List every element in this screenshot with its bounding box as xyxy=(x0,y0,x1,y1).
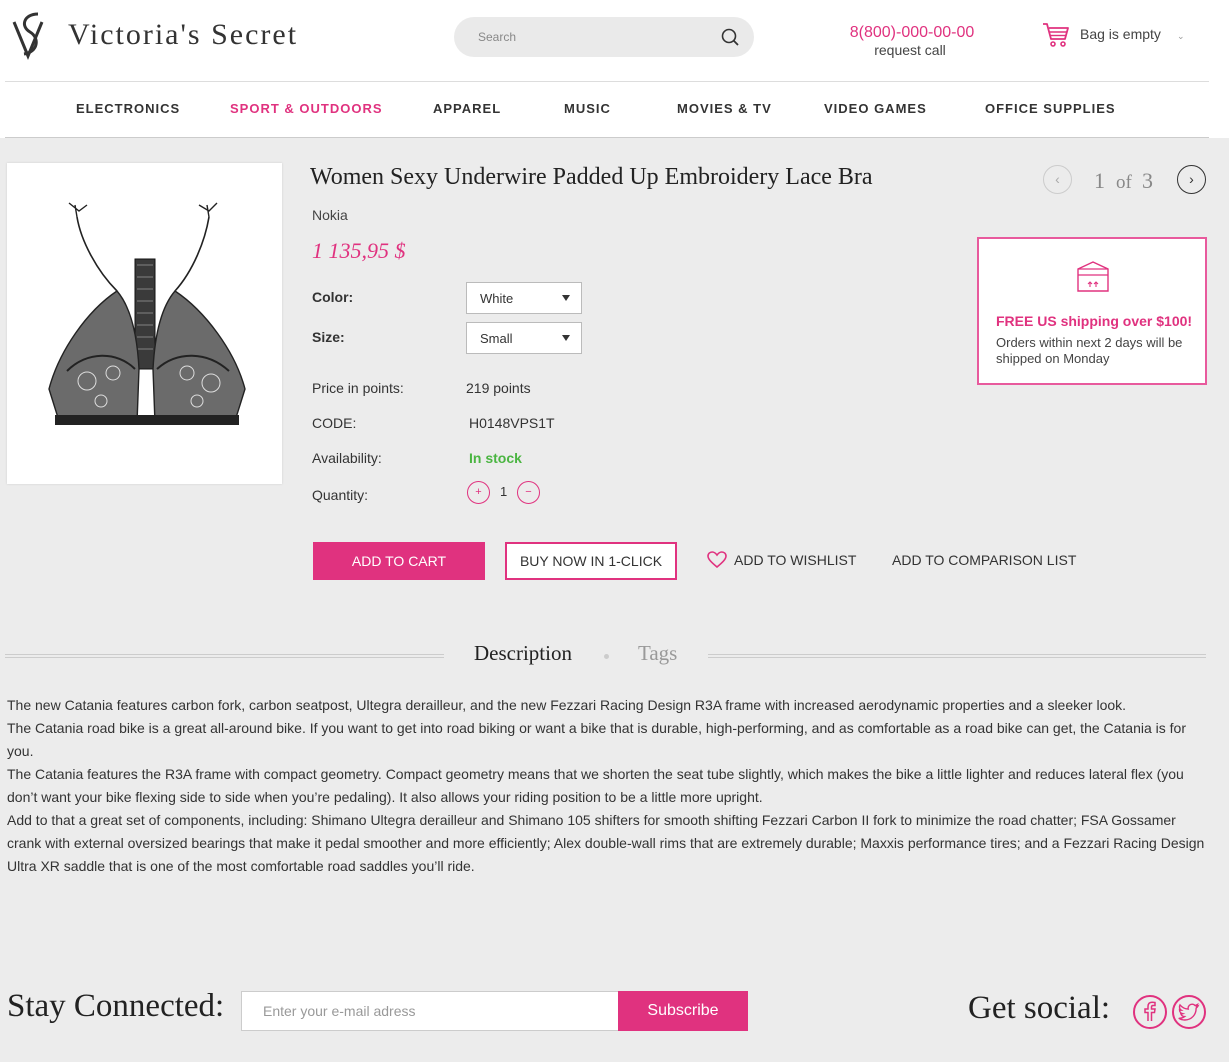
search-icon[interactable] xyxy=(720,27,740,47)
color-select[interactable]: White xyxy=(466,282,582,314)
bra-image xyxy=(48,202,246,425)
facebook-icon[interactable] xyxy=(1133,995,1167,1029)
stay-connected-heading: Stay Connected: xyxy=(7,988,225,1024)
product-description: The new Catania features carbon fork, ca… xyxy=(7,694,1207,878)
pager-of: of xyxy=(1116,172,1132,193)
points-value: 219 points xyxy=(466,380,531,396)
description-paragraph: The new Catania features carbon fork, ca… xyxy=(7,697,1127,713)
shipping-subtitle: Orders within next 2 days will be shippe… xyxy=(996,335,1183,366)
request-call-link[interactable]: request call xyxy=(840,42,980,58)
tab-separator-dot xyxy=(604,654,609,659)
pager-total: 3 xyxy=(1142,168,1153,193)
tab-divider-left xyxy=(5,654,444,658)
availability-value: In stock xyxy=(469,450,522,466)
quantity-label: Quantity: xyxy=(312,487,369,503)
size-label: Size: xyxy=(312,329,345,345)
get-social-heading: Get social: xyxy=(968,990,1111,1026)
next-product-button[interactable]: › xyxy=(1177,165,1206,194)
add-to-wishlist-link[interactable]: ADD TO WISHLIST xyxy=(734,552,856,568)
quantity-value[interactable]: 1 xyxy=(500,484,507,499)
chevron-down-icon[interactable]: ⌄ xyxy=(1177,31,1185,42)
cart-icon[interactable] xyxy=(1042,22,1070,48)
phone-number[interactable]: 8(800)-000-00-00 xyxy=(840,24,984,42)
code-value: H0148VPS1T xyxy=(469,415,555,431)
email-field[interactable] xyxy=(241,991,619,1031)
product-title: Women Sexy Underwire Padded Up Embroider… xyxy=(310,164,873,190)
tab-divider-right xyxy=(708,654,1206,658)
bag-status[interactable]: Bag is empty xyxy=(1080,26,1161,42)
product-price: 1 135,95 $ xyxy=(312,238,406,263)
nav-item-movies-tv[interactable]: MOVIES & TV xyxy=(677,101,772,116)
subscribe-button[interactable]: Subscribe xyxy=(618,991,748,1031)
description-paragraph: Add to that a great set of components, i… xyxy=(7,812,1205,874)
tab-description[interactable]: Description xyxy=(474,641,572,666)
search-box xyxy=(454,17,754,57)
shipping-title: FREE US shipping over $100! xyxy=(996,313,1193,329)
color-select-value: White xyxy=(480,291,514,306)
quantity-increase-button[interactable]: + xyxy=(467,481,490,504)
add-to-cart-button[interactable]: ADD TO CART xyxy=(313,542,485,580)
product-image[interactable] xyxy=(7,163,282,484)
add-to-comparison-link[interactable]: ADD TO COMPARISON LIST xyxy=(892,552,1076,568)
size-select[interactable]: Small xyxy=(466,322,582,354)
nav-divider xyxy=(5,137,1209,138)
nav-item-electronics[interactable]: ELECTRONICS xyxy=(76,101,180,116)
heart-icon[interactable] xyxy=(707,551,727,569)
prev-product-button[interactable]: ‹ xyxy=(1043,165,1072,194)
twitter-icon[interactable] xyxy=(1172,995,1206,1029)
quantity-decrease-button[interactable]: − xyxy=(517,481,540,504)
size-select-value: Small xyxy=(480,331,513,346)
logo-vs-icon[interactable] xyxy=(8,8,50,62)
product-brand[interactable]: Nokia xyxy=(312,207,348,223)
pager-current: 1 xyxy=(1094,168,1105,193)
search-input[interactable] xyxy=(478,28,718,46)
nav-item-sport-outdoors[interactable]: SPORT & OUTDOORS xyxy=(230,101,383,116)
box-icon xyxy=(1077,261,1109,292)
code-label: CODE: xyxy=(312,415,357,431)
nav-item-video-games[interactable]: VIDEO GAMES xyxy=(824,101,927,116)
buy-now-button[interactable]: BUY NOW IN 1-CLICK xyxy=(505,542,677,580)
caret-down-icon xyxy=(562,295,570,301)
description-paragraph: The Catania features the R3A frame with … xyxy=(7,766,1184,805)
color-label: Color: xyxy=(312,289,354,305)
nav-item-apparel[interactable]: APPAREL xyxy=(433,101,501,116)
logo-text[interactable]: Victoria's Secret xyxy=(68,18,298,52)
availability-label: Availability: xyxy=(312,450,382,466)
tab-tags[interactable]: Tags xyxy=(638,641,677,666)
nav-item-office-supplies[interactable]: OFFICE SUPPLIES xyxy=(985,101,1116,116)
shipping-info-box: FREE US shipping over $100! Orders withi… xyxy=(977,237,1207,385)
caret-down-icon xyxy=(562,335,570,341)
description-paragraph: The Catania road bike is a great all-aro… xyxy=(7,720,1187,759)
points-label: Price in points: xyxy=(312,380,404,396)
nav-item-music[interactable]: MUSIC xyxy=(564,101,611,116)
